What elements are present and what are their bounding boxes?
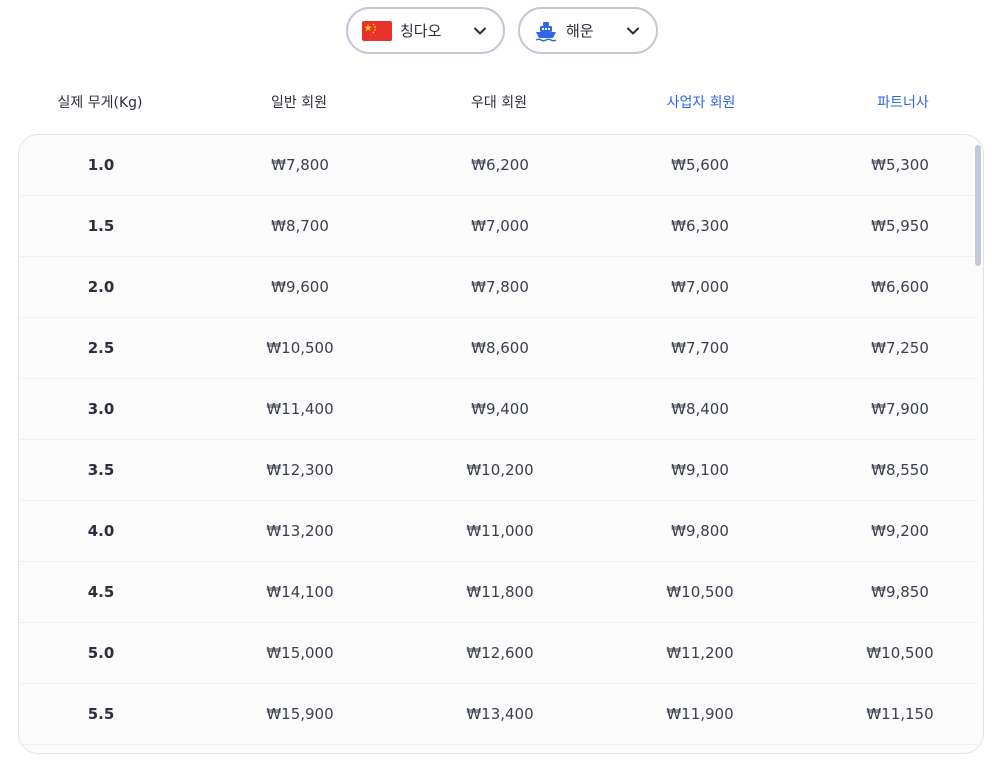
regular-price-cell: ₩7,800 — [271, 156, 329, 174]
preferred-price-cell: ₩12,600 — [466, 644, 534, 662]
regular-price-cell: ₩10,500 — [266, 339, 334, 357]
business-price-cell: ₩9,100 — [671, 461, 729, 479]
table-row: 4.0 ₩13,200 ₩11,000 ₩9,800 ₩9,200 — [19, 501, 977, 562]
table-scrollbar[interactable] — [975, 145, 981, 266]
weight-cell: 4.5 — [87, 583, 115, 601]
table-row: 4.5 ₩14,100 ₩11,800 ₩10,500 ₩9,850 — [19, 562, 977, 623]
weight-cell: 5.5 — [87, 705, 115, 723]
table-row: 1.5 ₩8,700 ₩7,000 ₩6,300 ₩5,950 — [19, 196, 977, 257]
regular-price-cell: ₩9,600 — [271, 278, 329, 296]
weight-cell: 1.0 — [87, 156, 115, 174]
weight-cell: 4.0 — [87, 522, 115, 540]
chevron-down-icon — [474, 27, 486, 34]
preferred-price-cell: ₩13,400 — [466, 705, 534, 723]
table-row: 5.0 ₩15,000 ₩12,600 ₩11,200 ₩10,500 — [19, 623, 977, 684]
partner-price-cell: ₩9,200 — [871, 522, 929, 540]
weight-cell: 2.5 — [87, 339, 115, 357]
ship-icon — [535, 21, 557, 42]
table-row: 5.5 ₩15,900 ₩13,400 ₩11,900 ₩11,150 — [19, 684, 977, 745]
regular-price-cell: ₩12,300 — [266, 461, 334, 479]
weight-cell: 3.0 — [87, 400, 115, 418]
table-row: 2.0 ₩9,600 ₩7,800 ₩7,000 ₩6,600 — [19, 257, 977, 318]
regular-price-cell: ₩15,000 — [266, 644, 334, 662]
business-price-cell: ₩7,700 — [671, 339, 729, 357]
business-price-cell: ₩10,500 — [666, 583, 734, 601]
preferred-price-cell: ₩8,600 — [471, 339, 529, 357]
column-header-business-member: 사업자 회원 — [666, 95, 736, 111]
business-price-cell: ₩6,300 — [671, 217, 729, 235]
business-price-cell: ₩7,000 — [671, 278, 729, 296]
partner-price-cell: ₩7,900 — [871, 400, 929, 418]
rate-table[interactable]: 1.0 ₩7,800 ₩6,200 ₩5,600 ₩5,300 1.5 ₩8,700 ₩7,0… — [18, 134, 984, 754]
preferred-price-cell: ₩7,000 — [471, 217, 529, 235]
table-header: 실제 무게(Kg) 일반 회원 우대 회원 사업자 회원 파트너사 — [0, 88, 1003, 118]
column-header-weight: 실제 무게(Kg) — [57, 95, 143, 111]
table-row: 3.5 ₩12,300 ₩10,200 ₩9,100 ₩8,550 — [19, 440, 977, 501]
china-flag-icon — [362, 20, 392, 41]
column-header-regular-member: 일반 회원 — [271, 95, 327, 111]
preferred-price-cell: ₩9,400 — [471, 400, 529, 418]
partner-price-cell: ₩8,550 — [871, 461, 929, 479]
regular-price-cell: ₩15,900 — [266, 705, 334, 723]
partner-price-cell: ₩11,150 — [866, 705, 934, 723]
weight-cell: 5.0 — [87, 644, 115, 662]
preferred-price-cell: ₩6,200 — [471, 156, 529, 174]
partner-price-cell: ₩5,300 — [871, 156, 929, 174]
business-price-cell: ₩9,800 — [671, 522, 729, 540]
column-header-partner: 파트너사 — [877, 95, 929, 111]
partner-price-cell: ₩10,500 — [866, 644, 934, 662]
regular-price-cell: ₩13,200 — [266, 522, 334, 540]
regular-price-cell: ₩11,400 — [266, 400, 334, 418]
column-header-preferred-member: 우대 회원 — [471, 95, 527, 111]
filter-selectors: 칭다오 해운 — [346, 7, 658, 54]
preferred-price-cell: ₩10,200 — [466, 461, 534, 479]
business-price-cell: ₩11,900 — [666, 705, 734, 723]
shipping-method-label: 해운 — [566, 22, 594, 40]
preferred-price-cell: ₩11,000 — [466, 522, 534, 540]
partner-price-cell: ₩7,250 — [871, 339, 929, 357]
partner-price-cell: ₩6,600 — [871, 278, 929, 296]
weight-cell: 1.5 — [87, 217, 115, 235]
origin-city-label: 칭다오 — [400, 22, 442, 40]
table-row: 3.0 ₩11,400 ₩9,400 ₩8,400 ₩7,900 — [19, 379, 977, 440]
preferred-price-cell: ₩11,800 — [466, 583, 534, 601]
regular-price-cell: ₩8,700 — [271, 217, 329, 235]
chevron-down-icon — [627, 27, 639, 34]
preferred-price-cell: ₩7,800 — [471, 278, 529, 296]
table-row: 1.0 ₩7,800 ₩6,200 ₩5,600 ₩5,300 — [19, 135, 977, 196]
partner-price-cell: ₩5,950 — [871, 217, 929, 235]
business-price-cell: ₩11,200 — [666, 644, 734, 662]
partner-price-cell: ₩9,850 — [871, 583, 929, 601]
regular-price-cell: ₩14,100 — [266, 583, 334, 601]
business-price-cell: ₩5,600 — [671, 156, 729, 174]
weight-cell: 3.5 — [87, 461, 115, 479]
origin-city-select[interactable]: 칭다오 — [346, 7, 505, 54]
business-price-cell: ₩8,400 — [671, 400, 729, 418]
shipping-method-select[interactable]: 해운 — [518, 7, 658, 54]
table-row: 2.5 ₩10,500 ₩8,600 ₩7,700 ₩7,250 — [19, 318, 977, 379]
rate-table-rows: 1.0 ₩7,800 ₩6,200 ₩5,600 ₩5,300 1.5 ₩8,700 ₩7,0… — [19, 135, 977, 745]
weight-cell: 2.0 — [87, 278, 115, 296]
